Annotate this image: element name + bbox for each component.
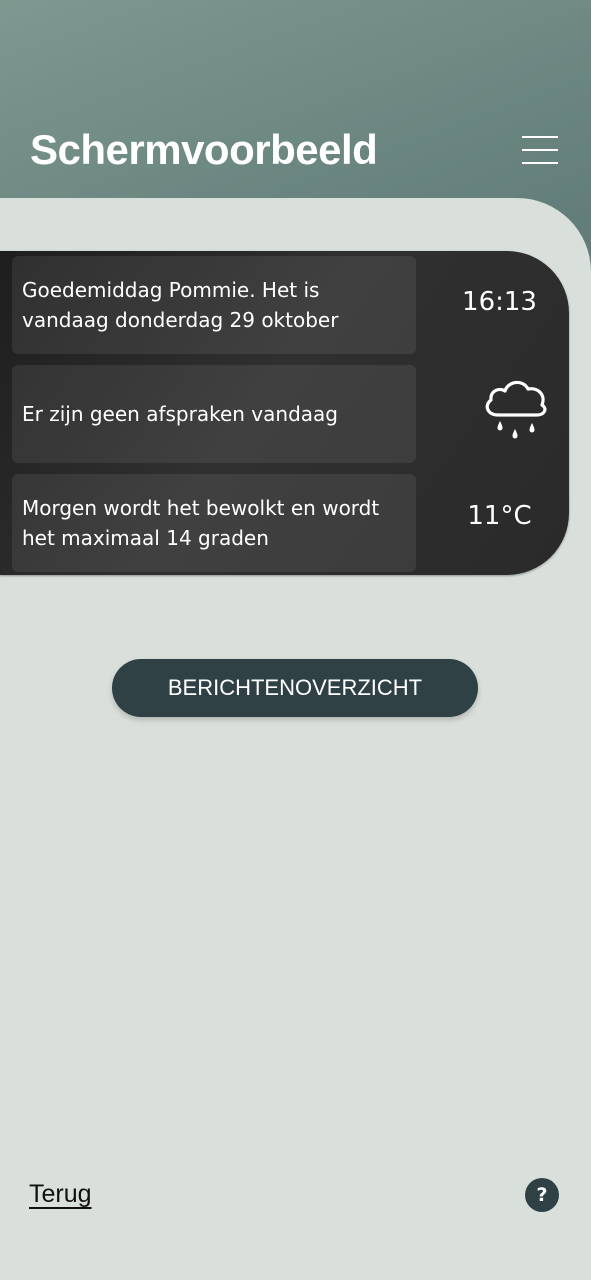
greeting-text: Goedemiddag Pommie. Het is vandaag donde…	[22, 278, 339, 332]
menu-line	[522, 149, 558, 151]
forecast-text: Morgen wordt het bewolkt en wordt het ma…	[22, 496, 380, 550]
rain-cloud-icon	[485, 380, 547, 439]
menu-line	[522, 136, 558, 138]
forecast-box: Morgen wordt het bewolkt en wordt het ma…	[12, 474, 416, 572]
appointments-text: Er zijn geen afspraken vandaag	[22, 402, 338, 426]
menu-line	[522, 162, 558, 164]
greeting-box: Goedemiddag Pommie. Het is vandaag donde…	[12, 256, 416, 354]
page-title: Schermvoorbeeld	[30, 126, 378, 173]
help-icon[interactable]: ?	[525, 1178, 559, 1212]
messages-overview-button[interactable]: BERICHTENOVERZICHT	[112, 659, 478, 717]
info-card: Goedemiddag Pommie. Het is vandaag donde…	[0, 251, 569, 575]
time-display: 16:13	[462, 287, 537, 317]
temperature-display: 11°C	[467, 501, 532, 531]
hamburger-menu-icon[interactable]	[518, 130, 564, 170]
appointments-box: Er zijn geen afspraken vandaag	[12, 365, 416, 463]
back-link[interactable]: Terug	[29, 1180, 92, 1209]
